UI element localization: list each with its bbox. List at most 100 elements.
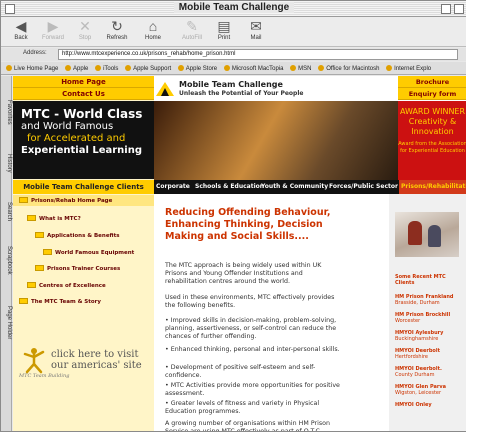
window-title: Mobile Team Challenge: [173, 2, 295, 13]
client-item[interactable]: HMYOI Onley: [395, 402, 465, 408]
page-heading: Reducing Offending Behaviour, Enhancing …: [165, 207, 331, 242]
site-name: Mobile Team Challenge: [179, 80, 283, 89]
benefit-item: • Greater levels of fitness and variety …: [165, 400, 320, 415]
favorite-link[interactable]: Microsoft MacTopia: [224, 65, 284, 72]
arrow-icon: [43, 249, 52, 255]
forward-arrow-icon: ▶: [47, 18, 59, 34]
arrow-icon: [35, 232, 44, 238]
address-input[interactable]: http://www.mtcexperience.co.uk/prisons_r…: [58, 49, 458, 60]
side-tab-scrapbook[interactable]: Scrapbook: [1, 246, 12, 275]
arrow-icon: [19, 197, 28, 203]
favorites-bar: Live Home Page Apple iTools Apple Suppor…: [1, 62, 467, 75]
tab-youth[interactable]: Youth & Community: [261, 183, 328, 190]
stop-button[interactable]: ✕ Stop: [69, 18, 101, 41]
clients-heading: Some Recent MTC Clients: [395, 274, 446, 286]
favorite-link[interactable]: iTools: [95, 65, 118, 72]
favorite-link[interactable]: Apple Support: [125, 65, 171, 72]
side-tab-favorites[interactable]: Favorites: [1, 100, 12, 125]
zoom-box[interactable]: [441, 4, 451, 14]
nav-item-trainer-courses[interactable]: Prisons Trainer Courses: [35, 265, 120, 272]
benefit-item: • MTC Activities provide more opportunit…: [165, 382, 340, 397]
benefit-item: • Improved skills in decision-making, pr…: [165, 317, 337, 340]
clients-photo: [395, 212, 459, 257]
favorite-link[interactable]: Live Home Page: [6, 65, 58, 72]
enquiry-form-button[interactable]: Enquiry form: [398, 88, 467, 100]
print-button[interactable]: ▤ Print: [208, 18, 240, 41]
award-subtitle: Creativity & Innovation: [408, 117, 457, 136]
favorite-link[interactable]: Office for Macintosh: [318, 65, 379, 72]
clients-bar: Mobile Team Challenge Clients: [13, 180, 154, 194]
browser-toolbar: ◀ Back ▶ Forward ✕ Stop ↻ Refresh ⌂ Home ✎ Aut…: [1, 17, 467, 47]
nav-item-centres[interactable]: Centres of Excellence: [27, 282, 106, 289]
autofill-button[interactable]: ✎ AutoFill: [176, 18, 208, 41]
main-content: Reducing Offending Behaviour, Enhancing …: [154, 194, 389, 432]
stop-icon: ✕: [79, 18, 91, 34]
page-margin: [466, 0, 477, 432]
arrow-icon: [27, 215, 36, 221]
home-button[interactable]: ⌂ Home: [137, 18, 169, 41]
home-page-button[interactable]: Home Page: [13, 76, 154, 88]
mtc-logo-icon: [156, 82, 174, 96]
award-description: Award from the Association for Experient…: [398, 141, 467, 154]
promo-line-1: MTC - World Class: [21, 107, 143, 121]
nav-item-prisons-home[interactable]: Prisons/Rehab Home Page: [19, 197, 112, 204]
americas-line-2: our americas' site: [51, 360, 142, 371]
side-tab-page-holder[interactable]: Page Holder: [1, 306, 12, 339]
benefit-item: • Enhanced thinking, personal and inter-…: [165, 346, 340, 353]
autofill-icon: ✎: [186, 18, 198, 34]
tab-corporate[interactable]: Corporate: [156, 183, 190, 190]
client-item[interactable]: HMYOI Deerbolt. County Durham: [395, 366, 465, 378]
favorite-link[interactable]: MSN: [290, 65, 311, 72]
favorite-link[interactable]: Internet Explo: [386, 65, 431, 72]
americas-site-link[interactable]: click here to visit our americas' site MT…: [19, 346, 147, 379]
arrow-icon: [19, 298, 28, 304]
address-label: Address:: [23, 50, 47, 56]
refresh-button[interactable]: ↻ Refresh: [101, 18, 133, 41]
client-item[interactable]: HMYOI Aylesbury Buckinghamshire: [395, 330, 465, 342]
arrow-icon: [35, 265, 44, 271]
nav-item-equipment[interactable]: World Famous Equipment: [43, 249, 134, 256]
client-item[interactable]: HMYOI Deerbolt Hertfordshire: [395, 348, 465, 360]
home-icon: ⌂: [148, 18, 158, 34]
back-arrow-icon: ◀: [15, 18, 27, 34]
benefit-item: • Development of positive self-esteem an…: [165, 364, 316, 379]
brochure-downloads-button[interactable]: Brochure Downloads: [398, 76, 467, 98]
right-column: Some Recent MTC Clients HM Prison Frankl…: [389, 194, 467, 431]
banner-photo: [154, 101, 398, 180]
favorite-link[interactable]: Apple Store: [178, 65, 217, 72]
title-bar: Mobile Team Challenge: [1, 1, 467, 17]
mail-icon: ✉: [250, 18, 262, 34]
nav-item-applications[interactable]: Applications & Benefits: [35, 232, 120, 239]
back-button[interactable]: ◀ Back: [5, 18, 37, 41]
side-tab-history[interactable]: History: [1, 154, 12, 173]
promo-line-4: Experiential Learning: [21, 145, 143, 156]
client-item[interactable]: HMYOI Glen Parva Wigston, Leicester: [395, 384, 465, 396]
arrow-icon: [27, 282, 36, 288]
sector-tabs: Corporate Schools & Education Youth & Co…: [154, 180, 467, 194]
collapse-box[interactable]: [454, 4, 464, 14]
tab-schools[interactable]: Schools & Education: [195, 183, 264, 190]
intro-paragraph: The MTC approach is being widely used wi…: [165, 262, 322, 285]
client-item[interactable]: HM Prison Brockhill Worcester: [395, 312, 465, 324]
benefits-intro: Used in these environments, MTC effectiv…: [165, 294, 335, 309]
climber-figure-icon: [23, 348, 45, 374]
closing-paragraph: A growing number of organisations within…: [165, 420, 330, 432]
browser-window: Mobile Team Challenge ◀ Back ▶ Forward ✕ St…: [0, 0, 468, 432]
client-item[interactable]: HM Prison Frankland Brasside, Durham: [395, 294, 465, 306]
favorite-link[interactable]: Apple: [65, 65, 88, 72]
mtc-promo-box: MTC - World Class and World Famous for A…: [13, 101, 154, 179]
printer-icon: ▤: [217, 18, 231, 34]
forward-button[interactable]: ▶ Forward: [37, 18, 69, 41]
contact-us-button[interactable]: Contact Us: [13, 88, 154, 100]
tab-forces[interactable]: Forces/Public Sector: [329, 183, 398, 190]
nav-item-team-story[interactable]: The MTC Team & Story: [19, 298, 101, 305]
explorer-side-tabs: Favorites History Search Scrapbook Page …: [1, 76, 12, 431]
site-tagline: Unleash the Potential of Your People: [179, 90, 304, 97]
web-page: Home Page Contact Us MTC - World Class a…: [13, 76, 467, 432]
side-tab-search[interactable]: Search: [1, 202, 12, 221]
mail-button[interactable]: ✉ Mail: [240, 18, 272, 41]
tab-prisons[interactable]: Prisons/Rehabilitation: [399, 180, 467, 194]
award-box: AWARD WINNER Creativity & Innovation Awa…: [398, 101, 467, 180]
nav-item-what-is-mtc[interactable]: What is MTC?: [27, 215, 81, 222]
promo-line-3: for Accelerated and: [27, 133, 126, 144]
